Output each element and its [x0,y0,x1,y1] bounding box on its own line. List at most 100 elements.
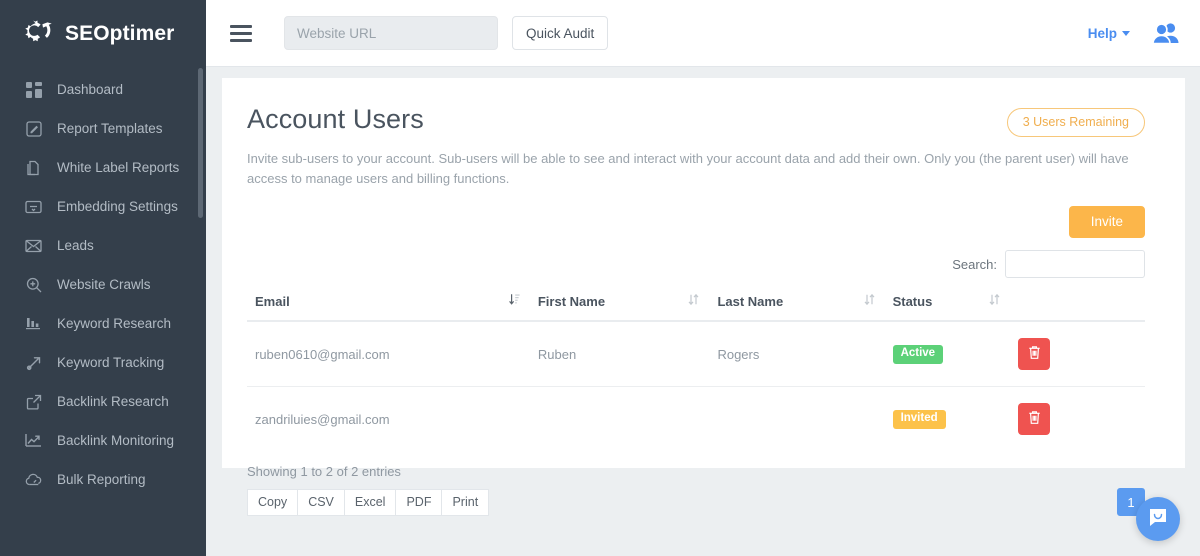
gear-arrows-icon [22,17,56,51]
sidebar-item-website-crawls[interactable]: Website Crawls [0,265,206,304]
sort-none-icon [989,293,1000,309]
external-link-icon [24,392,43,411]
brand-name: SEOptimer [65,22,174,46]
column-header-label: First Name [538,294,605,309]
account-users-card: Account Users 3 Users Remaining Invite s… [222,78,1185,468]
help-menu[interactable]: Help [1088,26,1130,41]
table-footer: Showing 1 to 2 of 2 entries Copy CSV Exc… [247,464,1145,516]
sidebar-item-label: Keyword Research [57,316,171,331]
sort-none-icon [864,293,875,309]
users-table-head: Email First Name Last Name [247,290,1145,321]
sidebar-item-dashboard[interactable]: Dashboard [0,70,206,109]
line-chart-icon [24,431,43,450]
cell-actions [1010,321,1145,387]
sidebar-item-label: White Label Reports [57,160,179,175]
chat-bubble-icon [1147,506,1169,533]
status-badge: Invited [893,410,946,429]
trend-arrow-icon [24,353,43,372]
trash-icon [1028,345,1041,363]
cell-status: Invited [885,387,1011,452]
main-content: Account Users 3 Users Remaining Invite s… [206,67,1200,556]
footer-left: Showing 1 to 2 of 2 entries Copy CSV Exc… [247,464,489,516]
users-table: Email First Name Last Name [247,290,1145,451]
table-header-row: Email First Name Last Name [247,290,1145,321]
search-input[interactable] [1005,250,1145,278]
users-table-body: ruben0610@gmail.com Ruben Rogers Active [247,321,1145,451]
export-pdf-button[interactable]: PDF [395,489,442,516]
column-header-label: Last Name [717,294,783,309]
chat-launcher-button[interactable] [1136,497,1180,541]
column-header-email[interactable]: Email [247,290,530,321]
export-copy-button[interactable]: Copy [247,489,298,516]
column-header-last-name[interactable]: Last Name [709,290,884,321]
column-header-label: Email [255,294,290,309]
sidebar-item-label: Leads [57,238,94,253]
export-excel-button[interactable]: Excel [344,489,397,516]
window-icon [24,197,43,216]
sidebar: SEOptimer Dashboard Report Templates Whi… [0,0,206,556]
top-header-right: Help [1088,22,1180,44]
delete-user-button[interactable] [1018,338,1050,370]
sidebar-item-embedding-settings[interactable]: Embedding Settings [0,187,206,226]
table-row: ruben0610@gmail.com Ruben Rogers Active [247,321,1145,387]
sidebar-item-label: Website Crawls [57,277,151,292]
people-icon[interactable] [1152,22,1180,44]
copy-pages-icon [24,158,43,177]
website-url-input[interactable] [284,16,498,50]
column-header-first-name[interactable]: First Name [530,290,710,321]
envelope-icon [24,236,43,255]
sidebar-item-label: Bulk Reporting [57,472,146,487]
chevron-down-icon [1122,31,1130,36]
export-csv-button[interactable]: CSV [297,489,345,516]
app-window: SEOptimer Dashboard Report Templates Whi… [0,0,1200,556]
table-row: zandriluies@gmail.com Invited [247,387,1145,452]
sidebar-item-backlink-monitoring[interactable]: Backlink Monitoring [0,421,206,460]
column-header-actions [1010,290,1145,321]
sidebar-item-keyword-tracking[interactable]: Keyword Tracking [0,343,206,382]
export-print-button[interactable]: Print [441,489,489,516]
cell-email: zandriluies@gmail.com [247,387,530,452]
sidebar-item-report-templates[interactable]: Report Templates [0,109,206,148]
sidebar-item-label: Backlink Research [57,394,169,409]
hamburger-icon[interactable] [230,25,252,42]
sidebar-item-label: Dashboard [57,82,123,97]
bar-chart-icon [24,314,43,333]
cell-first-name [530,387,710,452]
sidebar-item-label: Keyword Tracking [57,355,164,370]
sidebar-item-backlink-research[interactable]: Backlink Research [0,382,206,421]
cell-first-name: Ruben [530,321,710,387]
cell-last-name: Rogers [709,321,884,387]
invite-button[interactable]: Invite [1069,206,1145,238]
sidebar-nav: Dashboard Report Templates White Label R… [0,68,206,499]
column-header-status[interactable]: Status [885,290,1011,321]
cell-email: ruben0610@gmail.com [247,321,530,387]
pencil-square-icon [24,119,43,138]
cell-actions [1010,387,1145,452]
export-buttons: Copy CSV Excel PDF Print [247,489,489,516]
sidebar-item-label: Embedding Settings [57,199,178,214]
sidebar-item-leads[interactable]: Leads [0,226,206,265]
page-description: Invite sub-users to your account. Sub-us… [247,149,1145,189]
column-header-label: Status [893,294,933,309]
sidebar-scrollbar[interactable] [198,68,203,218]
card-header: Account Users 3 Users Remaining [247,104,1145,137]
sidebar-item-white-label-reports[interactable]: White Label Reports [0,148,206,187]
grid-icon [24,80,43,99]
showing-entries-text: Showing 1 to 2 of 2 entries [247,464,489,479]
users-remaining-badge[interactable]: 3 Users Remaining [1007,108,1145,137]
cloud-gauge-icon [24,470,43,489]
sidebar-item-bulk-reporting[interactable]: Bulk Reporting [0,460,206,499]
status-badge: Active [893,345,944,364]
cell-status: Active [885,321,1011,387]
sidebar-item-label: Backlink Monitoring [57,433,174,448]
sort-none-icon [688,293,699,309]
cell-last-name [709,387,884,452]
search-row: Search: [247,250,1145,278]
help-label: Help [1088,26,1117,41]
delete-user-button[interactable] [1018,403,1050,435]
sidebar-item-keyword-research[interactable]: Keyword Research [0,304,206,343]
sort-ascending-icon [509,293,520,309]
search-plus-icon [24,275,43,294]
quick-audit-button[interactable]: Quick Audit [512,16,608,50]
brand-logo[interactable]: SEOptimer [0,0,206,68]
